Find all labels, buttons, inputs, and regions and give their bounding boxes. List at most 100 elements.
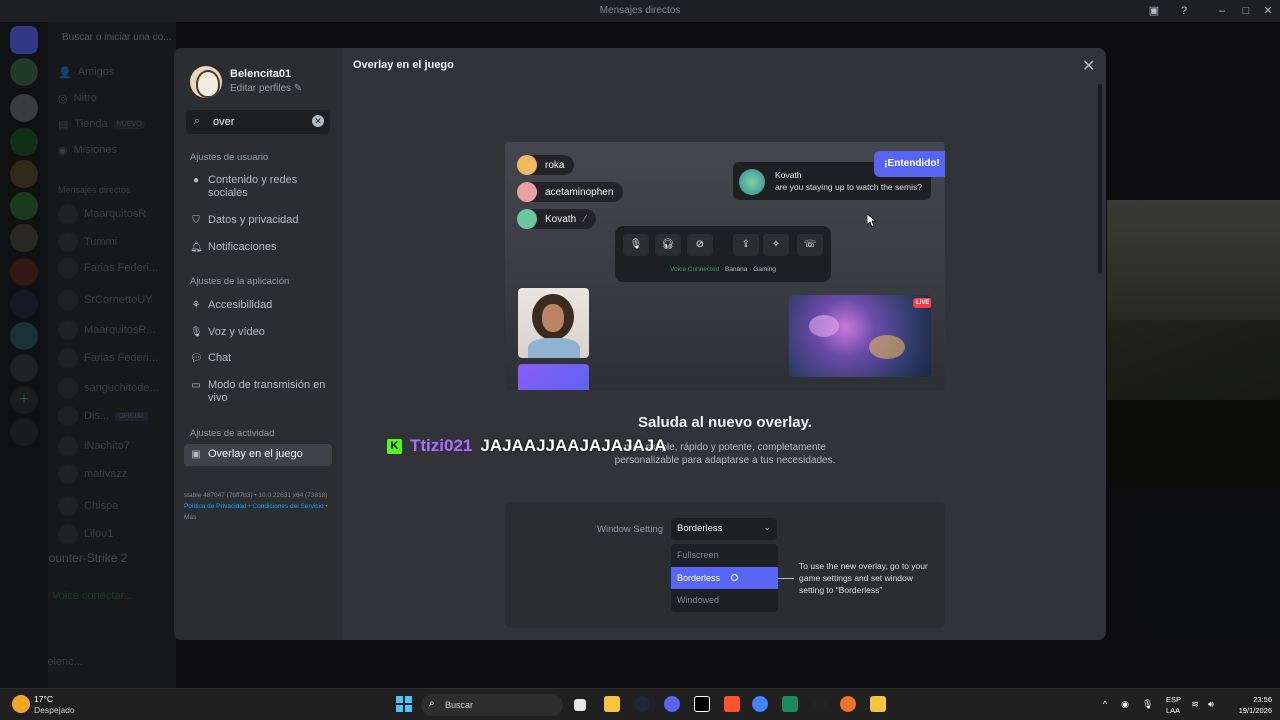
obs-icon[interactable] [812,696,828,712]
voice-user: acetaminophen [517,182,624,202]
terms-link[interactable]: Condiciones del Servicio [252,503,323,510]
microphone-icon: 🎙︎ [623,234,649,256]
mouse-cursor-icon [867,214,877,228]
window-titlebar: Mensajes directos ▣ ? – □ ✕ [0,0,1280,22]
camera-off-icon: ⊘ [687,234,713,256]
nav-content-social[interactable]: ● Contenido y redes sociales [184,170,332,204]
chat-bubble-icon: 💬︎ [190,353,203,364]
file-explorer-icon[interactable] [604,696,620,712]
help-icon[interactable]: ? [1176,3,1192,19]
pencil-icon: ✎ [293,83,303,94]
settings-modal: Belencita01 Editar perfiles ✎ ⌕ over ✕ A… [174,48,1106,640]
minimize-button[interactable]: – [1214,3,1230,19]
voice-status: Voice Connected · Banana · Gaming [670,266,776,273]
chat-username: Ttizi021 [410,436,473,455]
edit-profiles-link[interactable]: Editar perfiles ✎ [230,83,302,94]
avatar [739,169,765,195]
overlay-icon: ▣ [191,449,201,460]
shield-icon: ⛉ [192,215,200,226]
discord-icon[interactable] [664,696,680,712]
epic-games-icon[interactable] [694,696,710,712]
hint-connector [778,578,794,579]
search-icon: ⌕ [429,698,435,709]
app-icon[interactable] [782,696,798,712]
video-tile [518,364,589,390]
disconnect-icon: ☏ [797,234,823,256]
accessibility-icon: ⚘ [191,300,201,311]
nav-notifications[interactable]: 🔔︎ Notificaciones [184,237,332,258]
window-setting-panel: Window Setting Borderless ⌄ Fullscreen B… [505,502,945,628]
chevron-down-icon: ⌄ [763,522,771,532]
stream-tile: LIVE [789,295,931,377]
window-close-button[interactable]: ✕ [1260,3,1276,19]
kick-icon: K [387,438,402,454]
voice-controls: 🎙︎ 🎧︎ ⊘ ⇪ ✧ ☏ Voice Connected · Banana ·… [615,226,831,282]
window-setting-label: Window Setting [597,524,664,535]
wifi-icon[interactable]: ≋ [1190,699,1200,709]
microphone-icon: 🎙︎ [190,327,203,338]
privacy-link[interactable]: Política de Privacidad [184,503,247,510]
taskbar-search[interactable]: ⌕ Buscar [421,694,563,716]
volume-icon[interactable]: 🔊︎ [1206,699,1216,709]
nav-chat[interactable]: 💬︎ Chat [184,348,332,369]
taskbar: 17°C Despejado ⌕ Buscar ^ ◉ 🎙︎ ESP LAA ≋… [0,688,1280,720]
maximize-button[interactable]: □ [1238,3,1254,19]
layout-indicator: LAA [1166,706,1181,715]
window-title: Mensajes directos [599,5,681,16]
option-windowed[interactable]: Windowed [671,589,778,611]
selected-indicator-icon [731,574,738,581]
section-header-activity: Ajustes de actividad [190,428,275,439]
nav-streamer-mode[interactable]: ▭ Modo de transmisión en vivo [184,375,332,409]
page-title: Overlay en el juego [353,59,454,71]
window-setting-select[interactable]: Borderless ⌄ [671,518,777,540]
option-borderless[interactable]: Borderless [671,567,778,589]
weather-desc: Despejado [34,705,75,715]
nav-privacy[interactable]: ⛉ Datos y privacidad [184,210,332,231]
chevron-up-icon[interactable]: ^ [1100,699,1110,709]
live-badge: LIVE [913,298,931,308]
screen-share-icon: ⇪ [733,234,759,256]
clock-time[interactable]: 23:56 [1226,695,1272,704]
clock-date: 19/1/2026 [1238,706,1272,715]
app-icon[interactable] [870,696,886,712]
search-icon: ⌕ [194,115,201,127]
inbox-icon[interactable]: ▣ [1146,3,1162,19]
section-header-app: Ajustes de la aplicación [190,276,290,287]
nav-voice-video[interactable]: 🎙︎ Voz y vídeo [184,322,332,343]
origin-icon[interactable] [840,696,856,712]
option-fullscreen[interactable]: Fullscreen [671,544,778,566]
close-settings-button[interactable]: ✕ [1082,56,1095,76]
avatar [517,155,537,175]
chrome-icon[interactable] [752,696,768,712]
monitor-icon: ▭ [191,380,201,391]
scrollbar[interactable] [1098,84,1102,274]
brave-icon[interactable] [724,696,740,712]
overlay-preview: roka acetaminophen Kovath ⁄ Kovath are yo… [505,142,945,390]
weather-sun-icon[interactable] [12,695,30,713]
window-setting-hint: To use the new overlay, go to your game … [799,561,928,595]
steam-icon[interactable] [634,696,650,712]
language-indicator[interactable]: ESP [1166,695,1181,704]
window-setting-menu: Fullscreen Borderless Windowed [671,544,778,612]
weather-temp: 17°C [34,694,53,704]
muted-icon: ⁄ [584,213,586,225]
stream-chat-message: K Ttizi021 JAJAAJJAAJAJAJAJA [387,436,667,456]
voice-user: Kovath ⁄ [517,209,596,229]
settings-search-input[interactable]: ⌕ over ✕ [186,110,330,134]
start-button[interactable] [396,696,412,712]
clear-search-icon[interactable]: ✕ [312,115,324,127]
overlay-headline: Saluda al nuevo overlay. [638,414,812,431]
voice-user: roka [517,155,575,175]
task-view-icon[interactable] [574,699,586,711]
nav-accessibility[interactable]: ⚘ Accesibilidad [184,295,332,316]
headphones-icon: 🎧︎ [655,234,681,256]
nav-ingame-overlay[interactable]: ▣ Overlay en el juego [184,444,332,466]
content-icon: ● [192,175,200,186]
network-tray-icon[interactable]: ◉ [1120,699,1130,709]
got-it-button[interactable]: ¡Entendido! [874,151,945,177]
more-link[interactable]: Más [184,514,196,521]
microphone-tray-icon[interactable]: 🎙︎ [1142,699,1153,709]
build-info: stable 487047 (7bff7b3) • 10.0.22631 x64… [184,492,328,521]
section-header-user: Ajustes de usuario [190,152,269,163]
profile-avatar[interactable] [190,66,222,98]
